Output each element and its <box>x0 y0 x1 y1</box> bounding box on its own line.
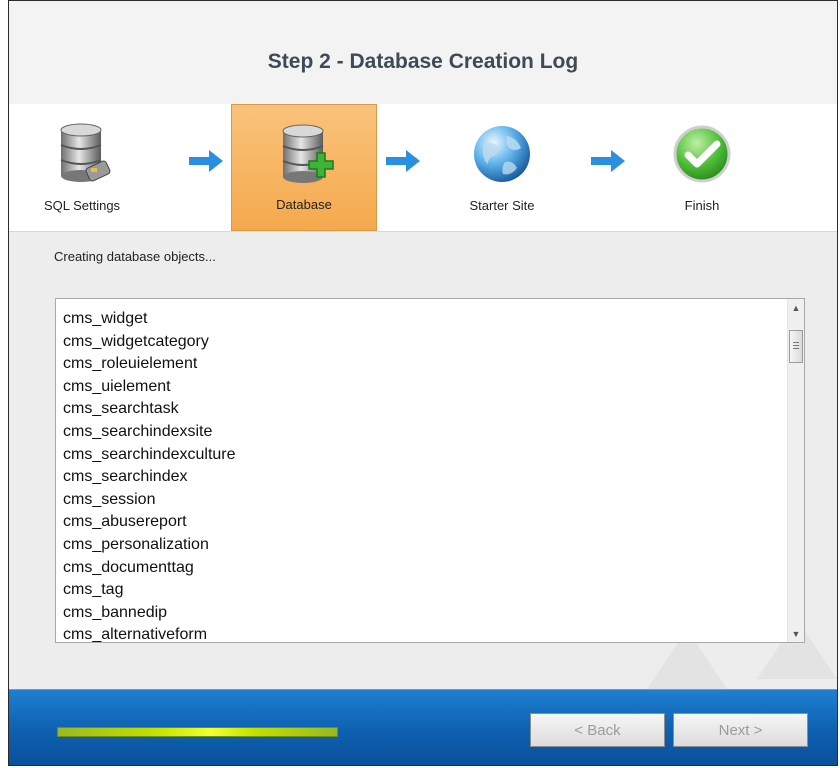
database-connect-icon <box>60 123 111 182</box>
database-add-icon <box>282 124 334 183</box>
page-title: Step 2 - Database Creation Log <box>267 49 579 73</box>
scroll-up-arrow-icon[interactable]: ▲ <box>788 299 804 316</box>
step-label: SQL Settings <box>43 198 121 213</box>
step-finish: Finish <box>629 104 775 231</box>
step-label: Starter Site <box>469 198 535 213</box>
step-label: Finish <box>684 198 720 213</box>
arrow-right-icon <box>189 150 223 172</box>
list-item: cms_uielement <box>63 377 171 395</box>
footer-bar: < Back Next > <box>9 689 837 765</box>
header: Step 2 - Database Creation Log <box>9 1 837 105</box>
list-item: cms_searchtask <box>63 400 179 418</box>
step-starter-site: Starter Site <box>429 104 575 231</box>
list-item: cms_personalization <box>63 535 209 553</box>
progress-bar <box>57 727 338 737</box>
list-item: cms_widgetcategory <box>63 332 209 350</box>
list-item: cms_searchindexsite <box>63 422 213 440</box>
list-item: cms_widget <box>63 310 148 327</box>
arrow-right-icon <box>591 150 625 172</box>
log-list-box[interactable]: cms_widget cms_widgetcategory cms_roleuiel… <box>55 298 805 643</box>
step-bar: SQL Settings Database Starter Site Finis… <box>9 104 837 232</box>
list-item: cms_roleuielement <box>63 355 198 373</box>
list-item: cms_session <box>63 490 156 508</box>
step-sql-settings: SQL Settings <box>9 104 155 231</box>
installer-window: Step 2 - Database Creation Log SQL Setti… <box>8 0 838 766</box>
list-item: cms_abusereport <box>63 513 187 531</box>
list-item: cms_alternativeform <box>63 626 208 643</box>
list-item: cms_tag <box>63 581 124 599</box>
log-list: cms_widget cms_widgetcategory cms_roleuiel… <box>56 299 804 643</box>
list-item: cms_searchindexculture <box>63 445 236 463</box>
list-item: cms_documenttag <box>63 558 194 576</box>
globe-icon <box>474 126 530 182</box>
scrollbar-thumb[interactable] <box>789 330 803 363</box>
content-area: Creating database objects... cms_widget c… <box>9 232 837 689</box>
step-label: Database <box>276 197 332 212</box>
list-item: cms_bannedip <box>63 603 168 621</box>
next-button[interactable]: Next > <box>673 713 808 747</box>
status-text: Creating database objects... <box>54 249 216 264</box>
scroll-down-arrow-icon[interactable]: ▼ <box>788 625 804 642</box>
checkmark-icon <box>673 125 731 183</box>
list-item: cms_searchindex <box>63 468 188 486</box>
arrow-right-icon <box>386 150 420 172</box>
scrollbar[interactable]: ▲ ▼ <box>787 299 804 642</box>
step-database: Database <box>231 104 377 231</box>
back-button[interactable]: < Back <box>530 713 665 747</box>
